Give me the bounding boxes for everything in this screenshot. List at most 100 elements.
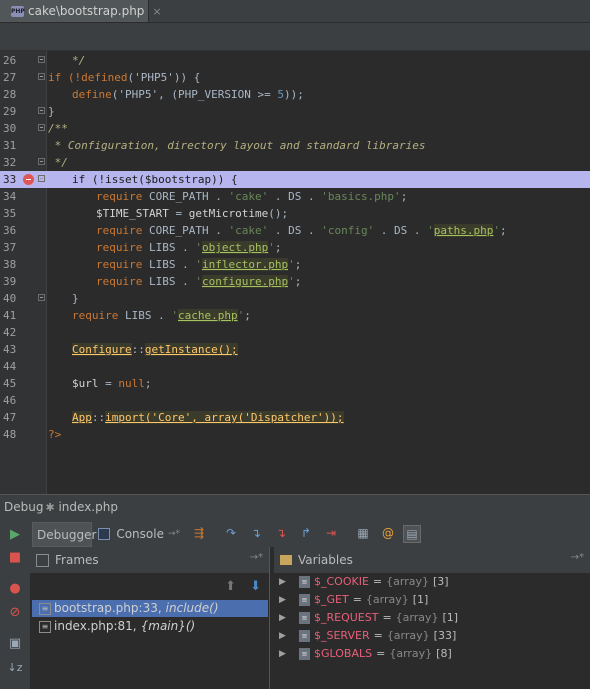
step-over-icon[interactable]: ↷ [223, 525, 239, 541]
code-line[interactable]: 40} [0, 290, 590, 307]
code-line[interactable]: 26 */ [0, 52, 590, 69]
fold-marker-icon[interactable] [38, 56, 45, 63]
line-number[interactable]: 35 [3, 205, 23, 222]
evaluate-expression-icon[interactable]: ▦ [355, 525, 371, 541]
variable-eq: = [373, 629, 383, 642]
watch-icon[interactable]: @ [380, 525, 396, 541]
code-line[interactable]: 30 /** [0, 120, 590, 137]
frame-item[interactable]: ≡ index.php:81, {main}() [32, 618, 268, 635]
line-number[interactable]: 45 [3, 375, 23, 392]
expand-arrow-icon[interactable]: ▶ [279, 645, 289, 663]
close-tab-icon[interactable]: × [152, 5, 161, 18]
code-line[interactable]: 42 [0, 324, 590, 341]
stop-icon[interactable]: ■ [7, 550, 23, 566]
variable-row[interactable]: ▶ ≡ $_GET = {array} [1] [274, 591, 590, 609]
line-number[interactable]: 43 [3, 341, 23, 358]
code-line[interactable]: 33 if (!isset($bootstrap)) { [0, 171, 590, 188]
code-line[interactable]: 41 require LIBS . 'cache.php'; [0, 307, 590, 324]
line-number[interactable]: 48 [3, 426, 23, 443]
variable-eq: = [376, 647, 386, 660]
line-number[interactable]: 37 [3, 239, 23, 256]
force-step-into-icon[interactable]: ↴ [273, 525, 289, 541]
code-line[interactable]: 37 require LIBS . 'object.php'; [0, 239, 590, 256]
expand-arrow-icon[interactable]: ▶ [279, 573, 289, 591]
tab-debugger[interactable]: Debugger [32, 522, 96, 547]
line-number[interactable]: 31 [3, 137, 23, 154]
line-number[interactable]: 28 [3, 86, 23, 103]
code-line[interactable]: 29} [0, 103, 590, 120]
frame-up-icon[interactable]: ⬆ [225, 579, 236, 594]
sort-icon[interactable]: ↓z [7, 660, 23, 676]
code-line[interactable]: 48 ?> [0, 426, 590, 443]
variables-pin-icon[interactable]: →* [571, 552, 584, 563]
step-into-icon[interactable]: ↴ [248, 525, 264, 541]
frame-context: include() [165, 601, 219, 615]
line-number[interactable]: 47 [3, 409, 23, 426]
frames-pin-icon[interactable]: →* [250, 552, 263, 563]
expand-arrow-icon[interactable]: ▶ [279, 609, 289, 627]
layout-icon[interactable]: ▣ [7, 636, 23, 652]
settings-icon[interactable]: ▤ [403, 525, 421, 543]
fold-marker-icon[interactable] [38, 158, 45, 165]
code-line[interactable]: 46 [0, 392, 590, 409]
line-number[interactable]: 46 [3, 392, 23, 409]
fold-marker-icon[interactable] [38, 124, 45, 131]
fold-marker-icon[interactable] [38, 175, 45, 182]
code-line[interactable]: 45 $url = null; [0, 375, 590, 392]
line-number[interactable]: 30 [3, 120, 23, 137]
line-number[interactable]: 32 [3, 154, 23, 171]
code-line[interactable]: 38 require LIBS . 'inflector.php'; [0, 256, 590, 273]
line-number[interactable]: 41 [3, 307, 23, 324]
line-number[interactable]: 34 [3, 188, 23, 205]
code-line[interactable]: 43 Configure::getInstance(); [0, 341, 590, 358]
frame-down-icon[interactable]: ⬇ [250, 579, 261, 594]
code-text: require CORE_PATH . 'cake' . DS . 'confi… [96, 222, 507, 239]
resume-icon[interactable]: ▶ [7, 527, 23, 543]
code-token: LIBS . [124, 309, 172, 322]
expand-arrow-icon[interactable]: ▶ [279, 591, 289, 609]
variables-panel: Variables →* ▶ ≡ $_COOKIE = {array} [3] ▶ ≡ $_GE… [274, 547, 590, 689]
line-number[interactable]: 38 [3, 256, 23, 273]
code-line[interactable]: 36 require CORE_PATH . 'cake' . DS . 'con… [0, 222, 590, 239]
fold-marker-icon[interactable] [38, 294, 45, 301]
file-tab[interactable]: PHP cake\bootstrap.php × [0, 0, 162, 22]
mute-breakpoints-icon[interactable]: ⊘ [7, 605, 23, 621]
view-breakpoints-icon[interactable]: ● [7, 581, 23, 597]
line-number[interactable]: 36 [3, 222, 23, 239]
line-number[interactable]: 29 [3, 103, 23, 120]
code-editor[interactable]: 26 */27 if (!defined('PHP5')) {28 define('P… [0, 51, 590, 494]
code-text: */ [72, 52, 85, 69]
code-line[interactable]: 47 App::import('Core', array('Dispatcher'… [0, 409, 590, 426]
variable-row[interactable]: ▶ ≡ $_REQUEST = {array} [1] [274, 609, 590, 627]
line-number[interactable]: 42 [3, 324, 23, 341]
expand-arrow-icon[interactable]: ▶ [279, 627, 289, 645]
fold-marker-icon[interactable] [38, 73, 45, 80]
code-line[interactable]: 39 require LIBS . 'configure.php'; [0, 273, 590, 290]
run-to-cursor-icon[interactable]: ⇥ [323, 525, 339, 541]
code-line[interactable]: 34 require CORE_PATH . 'cake' . DS . 'bas… [0, 188, 590, 205]
frame-item[interactable]: ≡ bootstrap.php:33, include() [32, 600, 268, 617]
line-number[interactable]: 26 [3, 52, 23, 69]
code-line[interactable]: 31 * Configuration, directory layout and… [0, 137, 590, 154]
debug-session-name[interactable]: index.php [58, 500, 117, 514]
line-number[interactable]: 44 [3, 358, 23, 375]
show-execution-point-icon[interactable]: ⇶ [191, 525, 207, 541]
fold-marker-icon[interactable] [38, 107, 45, 114]
tab-console[interactable]: Console →* [96, 522, 180, 545]
debug-toolbar: Debugger Console →* ⇶ ↷ ↴ ↴ ↱ ⇥ ▦ @ ▤ [0, 519, 590, 548]
variable-row[interactable]: ▶ ≡ $_COOKIE = {array} [3] [274, 573, 590, 591]
code-line[interactable]: 27 if (!defined('PHP5')) { [0, 69, 590, 86]
code-line[interactable]: 28 define('PHP5', (PHP_VERSION >= 5)); [0, 86, 590, 103]
variable-row[interactable]: ▶ ≡ $GLOBALS = {array} [8] [274, 645, 590, 663]
code-line[interactable]: 44 [0, 358, 590, 375]
line-number[interactable]: 39 [3, 273, 23, 290]
code-line[interactable]: 35 $TIME_START = getMicrotime(); [0, 205, 590, 222]
breakpoint-icon[interactable] [23, 174, 34, 185]
variable-row[interactable]: ▶ ≡ $_SERVER = {array} [33] [274, 627, 590, 645]
line-number[interactable]: 40 [3, 290, 23, 307]
code-line[interactable]: 32 */ [0, 154, 590, 171]
line-number[interactable]: 33 [3, 171, 23, 188]
line-number[interactable]: 27 [3, 69, 23, 86]
debug-label: Debug [4, 500, 44, 514]
step-out-icon[interactable]: ↱ [298, 525, 314, 541]
